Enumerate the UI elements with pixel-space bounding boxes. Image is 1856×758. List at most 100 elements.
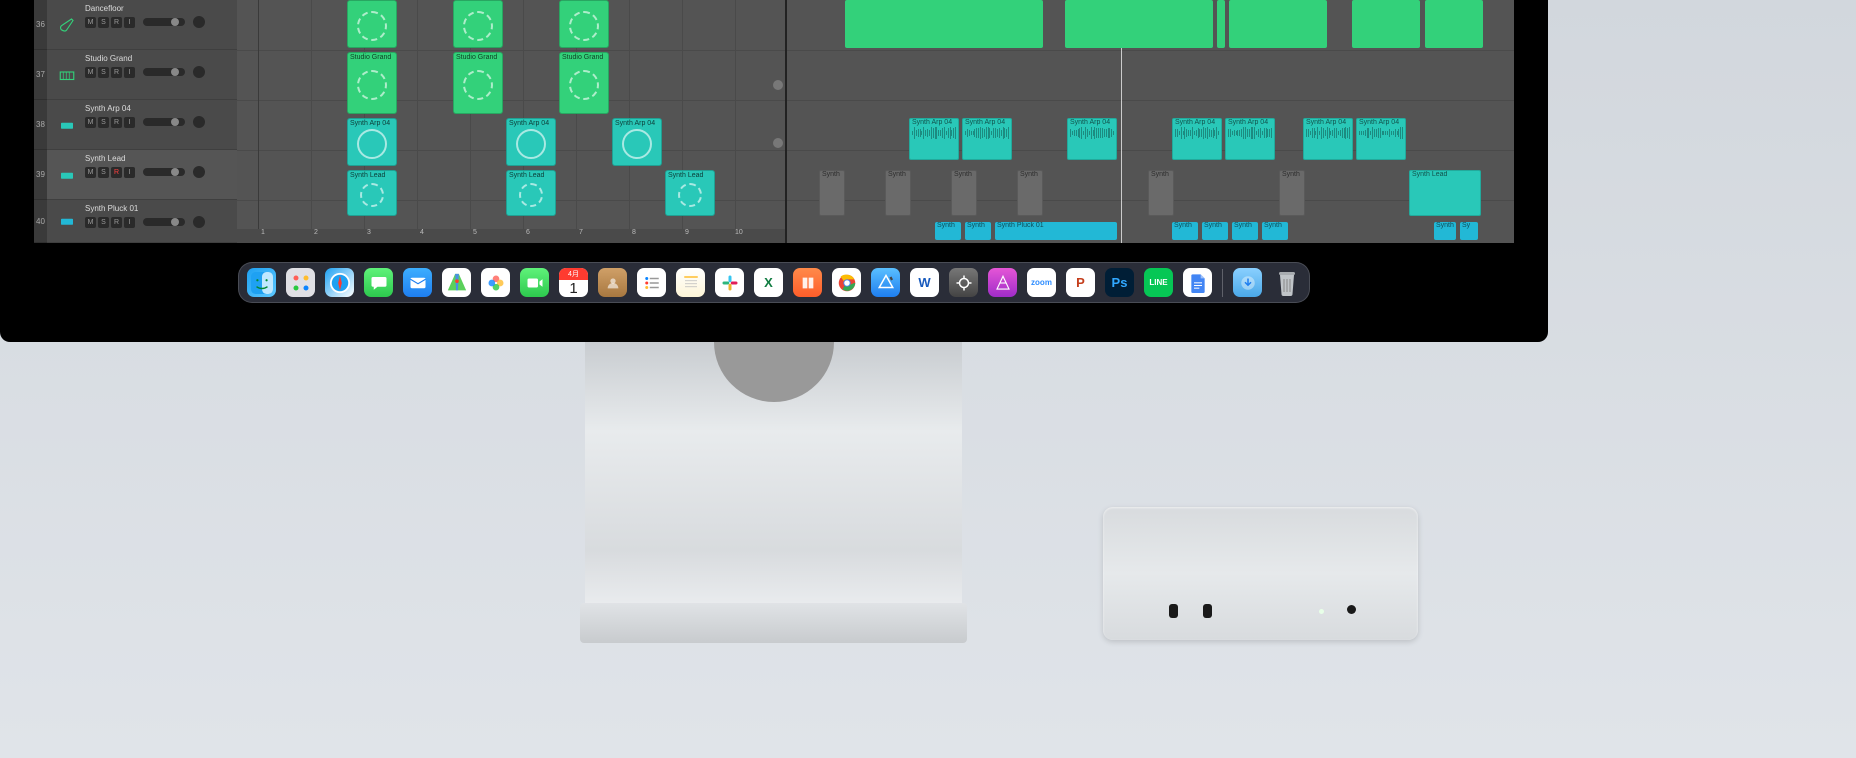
dock-safari-icon[interactable] (325, 268, 354, 297)
audio-region[interactable] (1229, 0, 1327, 48)
pan-knob[interactable] (193, 16, 205, 28)
dock-photos-icon[interactable] (481, 268, 510, 297)
audio-region[interactable]: Synth Arp 04 (1356, 118, 1406, 160)
volume-slider[interactable] (143, 168, 185, 176)
pan-knob[interactable] (193, 216, 205, 228)
dock-trash-icon[interactable] (1272, 268, 1301, 297)
record-button[interactable]: R (111, 217, 122, 228)
dock-shortcuts-icon[interactable] (949, 268, 978, 297)
dock-slack-icon[interactable] (715, 268, 744, 297)
midi-region[interactable]: Synth Lead (506, 170, 556, 216)
input-button[interactable]: I (124, 217, 135, 228)
solo-button[interactable]: S (98, 67, 109, 78)
record-button[interactable]: R (111, 167, 122, 178)
dock-google-docs-icon[interactable] (1183, 268, 1212, 297)
mute-button[interactable]: M (85, 167, 96, 178)
track-header[interactable]: Synth Lead M S R I (47, 150, 237, 200)
audio-region[interactable]: Synth Arp 04 (962, 118, 1012, 160)
input-button[interactable]: I (124, 167, 135, 178)
input-button[interactable]: I (124, 117, 135, 128)
input-button[interactable]: I (124, 17, 135, 28)
midi-region[interactable]: Studio Grand (347, 52, 397, 114)
audio-region[interactable] (1217, 0, 1225, 48)
record-button[interactable]: R (111, 67, 122, 78)
audio-region[interactable]: Synth (1017, 170, 1043, 216)
dock-downloads-icon[interactable] (1233, 268, 1262, 297)
midi-region[interactable]: Synth Lead (347, 170, 397, 216)
audio-region[interactable]: Synth (965, 222, 991, 240)
audio-region[interactable]: Synth (1232, 222, 1258, 240)
audio-region[interactable]: Synth Arp 04 (1225, 118, 1275, 160)
dock-notes-icon[interactable] (676, 268, 705, 297)
volume-slider[interactable] (143, 68, 185, 76)
audio-region[interactable]: Synth (885, 170, 911, 216)
dock-affinity-icon[interactable] (988, 268, 1017, 297)
midi-region[interactable] (559, 0, 609, 48)
solo-button[interactable]: S (98, 217, 109, 228)
audio-region[interactable]: Synth Arp 04 (1303, 118, 1353, 160)
dock-reminders-icon[interactable] (637, 268, 666, 297)
dock-launchpad-icon[interactable] (286, 268, 315, 297)
track-header[interactable]: Dancefloor M S R I (47, 0, 237, 50)
track-header[interactable]: Synth Pluck 01 M S R I (47, 200, 237, 243)
audio-region[interactable]: Synth (1434, 222, 1456, 240)
audio-region[interactable]: Synth (1202, 222, 1228, 240)
audio-region[interactable]: Synth Arp 04 (1067, 118, 1117, 160)
midi-region[interactable]: Studio Grand (559, 52, 609, 114)
record-button[interactable]: R (111, 17, 122, 28)
volume-slider[interactable] (143, 18, 185, 26)
midi-region[interactable] (453, 0, 503, 48)
audio-region[interactable]: Synth Pluck 01 (995, 222, 1117, 240)
midi-region[interactable]: Synth Arp 04 (347, 118, 397, 166)
volume-slider[interactable] (143, 118, 185, 126)
dock-maps-icon[interactable] (442, 268, 471, 297)
dock-line-icon[interactable]: LINE (1144, 268, 1173, 297)
dock-facetime-icon[interactable] (520, 268, 549, 297)
dock-powerpoint-icon[interactable]: P (1066, 268, 1095, 297)
audio-region[interactable]: Synth (951, 170, 977, 216)
dock-messages-icon[interactable] (364, 268, 393, 297)
dock-chrome-icon[interactable] (832, 268, 861, 297)
audio-region[interactable] (1425, 0, 1483, 48)
audio-region[interactable]: Synth (1279, 170, 1305, 216)
audio-region[interactable]: Synth (819, 170, 845, 216)
dock-mail-icon[interactable] (403, 268, 432, 297)
dock-calendar-icon[interactable]: 4月1 (559, 268, 588, 297)
dock-zoom-icon[interactable]: zoom (1027, 268, 1056, 297)
audio-region[interactable]: Synth (935, 222, 961, 240)
midi-region[interactable]: Synth Arp 04 (506, 118, 556, 166)
audio-region[interactable]: Synth Lead (1409, 170, 1481, 216)
dock-word-icon[interactable]: W (910, 268, 939, 297)
dock-finder-icon[interactable] (247, 268, 276, 297)
audio-region[interactable]: Sy (1460, 222, 1478, 240)
pan-knob[interactable] (193, 166, 205, 178)
solo-button[interactable]: S (98, 167, 109, 178)
volume-slider[interactable] (143, 218, 185, 226)
ruler-left[interactable]: 1 2 3 4 5 6 7 8 9 10 (237, 229, 785, 243)
midi-region[interactable] (347, 0, 397, 48)
dock-excel-icon[interactable]: X (754, 268, 783, 297)
dock-photoshop-icon[interactable]: Ps (1105, 268, 1134, 297)
timeline-right-pane[interactable]: Synth Arp 04 Synth Arp 04 Synth Arp 04 S… (787, 0, 1514, 243)
dock-books-icon[interactable] (793, 268, 822, 297)
audio-region[interactable]: Synth (1262, 222, 1288, 240)
pan-knob[interactable] (193, 116, 205, 128)
timeline-arrange[interactable]: Studio Grand Studio Grand Studio Grand S… (237, 0, 1514, 243)
midi-region[interactable]: Synth Lead (665, 170, 715, 216)
solo-button[interactable]: S (98, 117, 109, 128)
dock[interactable]: 4月1 X Wzoom P Ps LINE (238, 262, 1310, 303)
audio-region[interactable] (845, 0, 1043, 48)
dock-xcode-icon[interactable] (871, 268, 900, 297)
audio-region[interactable]: Synth Arp 04 (1172, 118, 1222, 160)
input-button[interactable]: I (124, 67, 135, 78)
mute-button[interactable]: M (85, 17, 96, 28)
track-header[interactable]: Studio Grand M S R I (47, 50, 237, 100)
pan-knob[interactable] (193, 66, 205, 78)
audio-region[interactable]: Synth (1148, 170, 1174, 216)
dock-contacts-icon[interactable] (598, 268, 627, 297)
mute-button[interactable]: M (85, 217, 96, 228)
audio-region[interactable]: Synth (1172, 222, 1198, 240)
midi-region[interactable]: Synth Arp 04 (612, 118, 662, 166)
audio-region[interactable] (1352, 0, 1420, 48)
audio-region[interactable] (1065, 0, 1213, 48)
